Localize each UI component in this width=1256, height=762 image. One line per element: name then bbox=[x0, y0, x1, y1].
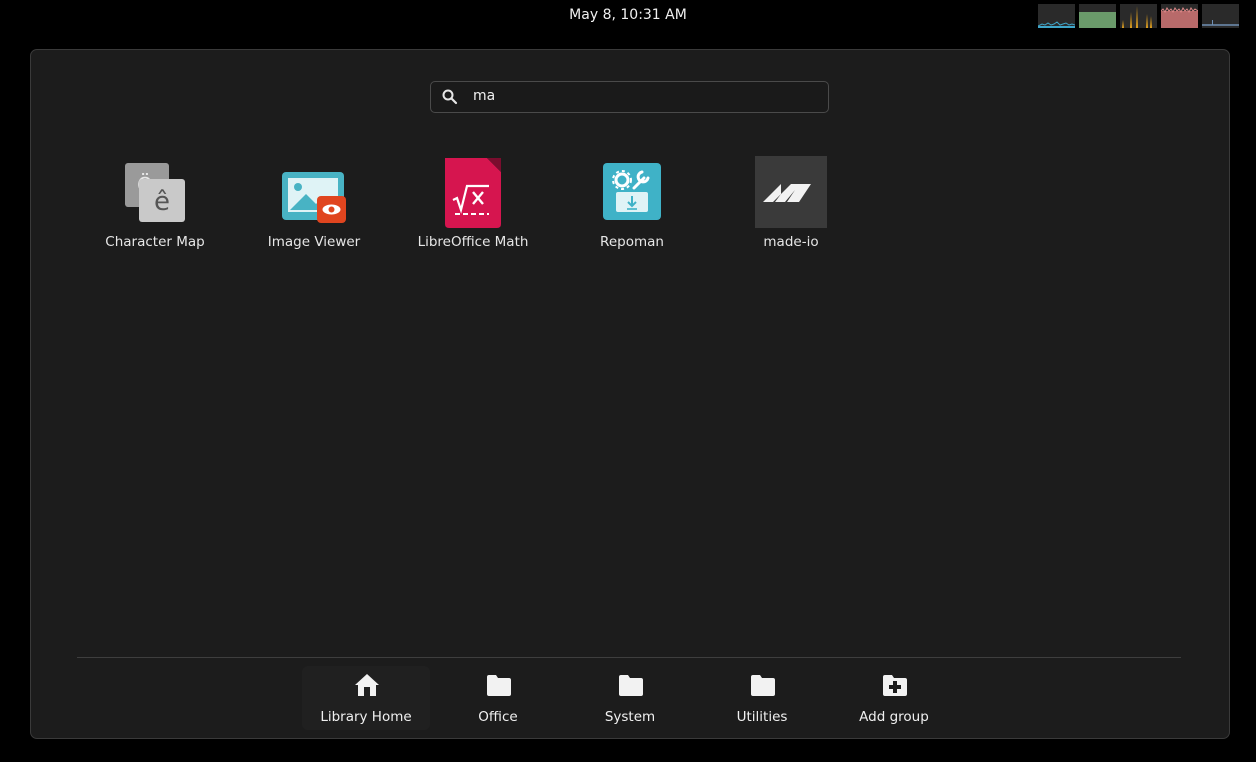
home-icon bbox=[355, 674, 379, 696]
app-label: LibreOffice Math bbox=[417, 234, 529, 250]
group-label: Office bbox=[478, 709, 518, 725]
app-image-viewer[interactable]: Image Viewer bbox=[239, 156, 389, 256]
image-viewer-icon bbox=[278, 156, 350, 228]
group-utilities[interactable]: Utilities bbox=[698, 666, 826, 730]
group-label: Add group bbox=[859, 709, 929, 725]
app-label: Image Viewer bbox=[267, 234, 361, 250]
app-repoman[interactable]: Repoman bbox=[557, 156, 707, 256]
disk-graph-icon[interactable] bbox=[1202, 4, 1239, 28]
app-label: Repoman bbox=[600, 234, 664, 250]
folder-icon bbox=[619, 675, 643, 696]
search-query[interactable]: ma bbox=[473, 88, 495, 104]
app-label: Character Map bbox=[105, 234, 205, 250]
network-graph-icon[interactable] bbox=[1120, 4, 1157, 28]
search-icon bbox=[442, 89, 458, 105]
divider bbox=[77, 657, 1181, 658]
character-map-icon: Ö ê bbox=[119, 156, 191, 228]
folder-add-icon bbox=[883, 675, 907, 696]
group-label: Library Home bbox=[320, 709, 412, 725]
libreoffice-math-icon bbox=[437, 156, 509, 228]
cpu-graph-icon[interactable] bbox=[1038, 4, 1075, 28]
memory-graph-icon[interactable] bbox=[1079, 4, 1116, 28]
folder-icon bbox=[751, 675, 775, 696]
add-group-button[interactable]: Add group bbox=[830, 666, 958, 730]
app-launcher: ma Ö ê Character Map Image bbox=[30, 49, 1230, 739]
repoman-icon bbox=[596, 156, 668, 228]
app-character-map[interactable]: Ö ê Character Map bbox=[80, 156, 230, 256]
app-libreoffice-math[interactable]: LibreOffice Math bbox=[398, 156, 548, 256]
svg-text:ê: ê bbox=[154, 187, 170, 217]
swap-graph-icon[interactable] bbox=[1161, 4, 1198, 28]
group-library-home[interactable]: Library Home bbox=[302, 666, 430, 730]
made-io-icon bbox=[755, 156, 827, 228]
group-label: Utilities bbox=[736, 709, 788, 725]
group-label: System bbox=[604, 709, 656, 725]
group-office[interactable]: Office bbox=[434, 666, 562, 730]
folder-icon bbox=[487, 675, 511, 696]
group-system[interactable]: System bbox=[566, 666, 694, 730]
app-made-io[interactable]: made-io bbox=[716, 156, 866, 256]
app-label: made-io bbox=[763, 234, 819, 250]
search-input[interactable]: ma bbox=[430, 81, 829, 113]
